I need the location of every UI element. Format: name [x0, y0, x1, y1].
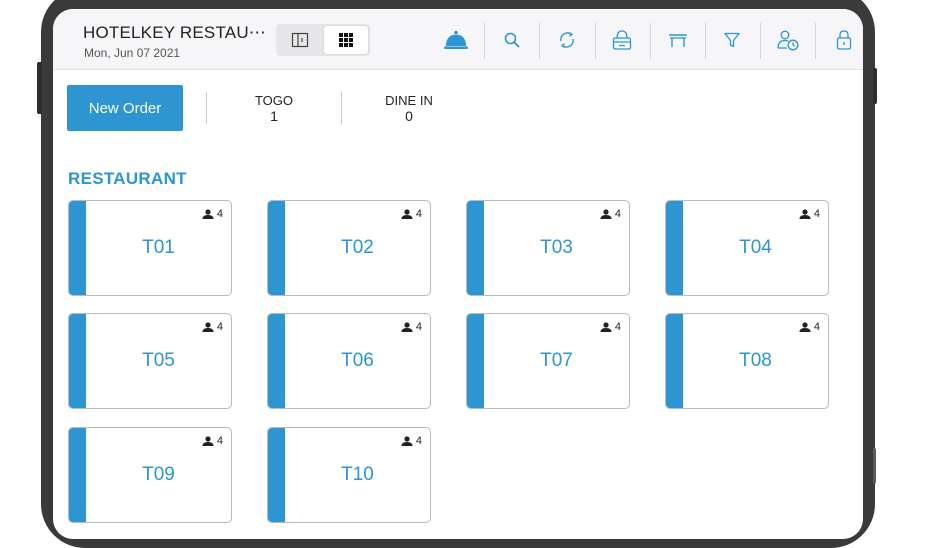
table-card[interactable]: 4 T05 — [68, 313, 232, 409]
order-bar-divider — [206, 92, 207, 124]
toolbar-divider — [539, 23, 540, 59]
seat-count-value: 4 — [216, 321, 223, 333]
tablet-side-button — [873, 448, 876, 484]
grid-view-button[interactable] — [324, 26, 368, 54]
person-icon — [401, 209, 413, 219]
seat-count-value: 4 — [813, 321, 820, 333]
table-name: T09 — [142, 464, 175, 485]
dine-in-counter[interactable]: DINE IN 0 — [369, 93, 449, 124]
seat-count-value: 4 — [415, 321, 422, 333]
person-icon — [799, 322, 811, 332]
toolbar-divider — [760, 23, 761, 59]
table-card[interactable]: 4 T03 — [466, 200, 630, 296]
seat-count-value: 4 — [614, 208, 621, 220]
seat-count: 4 — [202, 435, 223, 447]
person-icon — [799, 209, 811, 219]
table-status-strip — [666, 314, 683, 408]
person-icon — [202, 209, 214, 219]
table-card[interactable]: 4 T07 — [466, 313, 630, 409]
table-name: T05 — [142, 350, 175, 371]
seat-count-value: 4 — [415, 435, 422, 447]
person-icon — [600, 209, 612, 219]
seat-count: 4 — [202, 321, 223, 333]
seat-count-value: 4 — [415, 208, 422, 220]
table-card[interactable]: 4 T01 — [68, 200, 232, 296]
person-icon — [202, 436, 214, 446]
toolbar-divider — [595, 23, 596, 59]
person-icon — [401, 436, 413, 446]
toolbar-divider — [484, 23, 485, 59]
toolbar-divider — [650, 23, 651, 59]
floor-plan-view-button[interactable] — [278, 26, 322, 54]
table-status-strip — [467, 201, 484, 295]
table-status-strip — [268, 314, 285, 408]
kitchen-icon[interactable] — [605, 23, 639, 57]
section-title: RESTAURANT — [68, 169, 187, 188]
dine-in-label: DINE IN — [385, 93, 433, 108]
seat-count-value: 4 — [614, 321, 621, 333]
table-card[interactable]: 4 T08 — [665, 313, 829, 409]
person-icon — [600, 322, 612, 332]
seat-count-value: 4 — [216, 208, 223, 220]
new-order-button[interactable]: New Order — [67, 85, 183, 131]
seat-count: 4 — [401, 435, 422, 447]
table-status-strip — [268, 201, 285, 295]
toolbar-divider — [815, 23, 816, 59]
tablet-side-button — [873, 68, 877, 104]
table-name: T01 — [142, 237, 175, 258]
table-name: T06 — [341, 350, 374, 371]
table-name: T02 — [341, 237, 374, 258]
table-name: T07 — [540, 350, 573, 371]
service-bell-icon[interactable] — [439, 23, 473, 57]
seat-count: 4 — [401, 208, 422, 220]
table-status-strip — [467, 314, 484, 408]
togo-counter[interactable]: TOGO 1 — [234, 93, 314, 124]
order-bar-divider — [341, 92, 342, 124]
app-title: HOTELKEY RESTAU⋯ — [83, 23, 267, 42]
table-icon[interactable] — [661, 23, 695, 57]
table-status-strip — [268, 428, 285, 522]
view-toggle — [276, 24, 370, 56]
toolbar-divider — [705, 23, 706, 59]
business-date: Mon, Jun 07 2021 — [84, 46, 181, 60]
dine-in-count: 0 — [405, 108, 413, 124]
user-clock-icon[interactable] — [771, 23, 805, 57]
search-icon[interactable] — [495, 23, 529, 57]
grid-icon — [339, 33, 353, 47]
table-status-strip — [666, 201, 683, 295]
table-name: T04 — [739, 237, 772, 258]
seat-count: 4 — [202, 208, 223, 220]
refresh-icon[interactable] — [550, 23, 584, 57]
filter-icon[interactable] — [715, 23, 749, 57]
tablet-side-button — [37, 62, 42, 114]
lock-icon[interactable] — [827, 23, 861, 57]
seat-count: 4 — [799, 208, 820, 220]
table-status-strip — [69, 428, 86, 522]
table-card[interactable]: 4 T09 — [68, 427, 232, 523]
table-status-strip — [69, 201, 86, 295]
togo-label: TOGO — [254, 93, 294, 108]
table-card[interactable]: 4 T04 — [665, 200, 829, 296]
togo-count: 1 — [270, 108, 278, 124]
table-card[interactable]: 4 T02 — [267, 200, 431, 296]
table-name: T03 — [540, 237, 573, 258]
floor-plan-icon — [291, 32, 309, 48]
seat-count: 4 — [401, 321, 422, 333]
table-name: T10 — [341, 464, 374, 485]
table-status-strip — [69, 314, 86, 408]
seat-count: 4 — [600, 208, 621, 220]
app-screen: HOTELKEY RESTAU⋯ Mon, Jun 07 2021 New Or… — [53, 9, 863, 539]
table-name: T08 — [739, 350, 772, 371]
table-card[interactable]: 4 T06 — [267, 313, 431, 409]
seat-count: 4 — [600, 321, 621, 333]
person-icon — [401, 322, 413, 332]
person-icon — [202, 322, 214, 332]
seat-count-value: 4 — [216, 435, 223, 447]
table-card[interactable]: 4 T10 — [267, 427, 431, 523]
seat-count: 4 — [799, 321, 820, 333]
seat-count-value: 4 — [813, 208, 820, 220]
app-header: HOTELKEY RESTAU⋯ Mon, Jun 07 2021 — [53, 9, 863, 70]
